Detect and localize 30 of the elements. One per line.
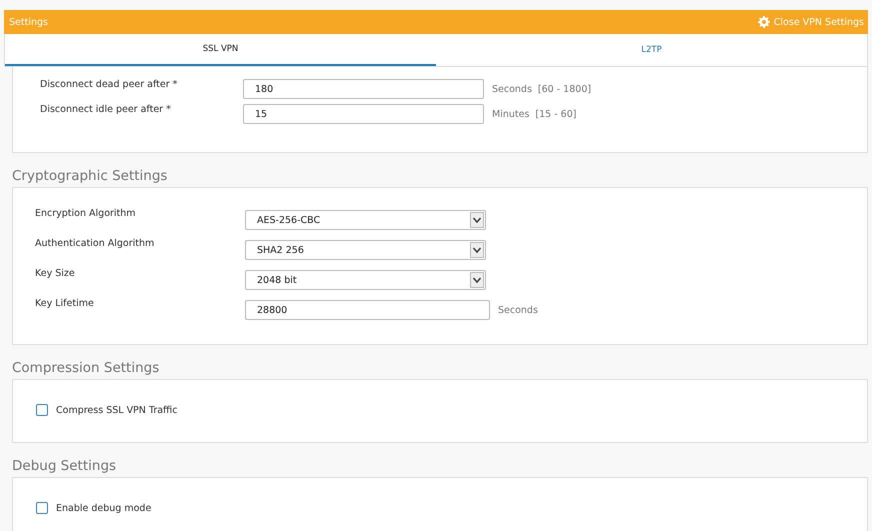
field-label: Disconnect idle peer after * [40, 104, 172, 115]
caret-icon [470, 242, 484, 258]
section-title: Cryptographic Settings [12, 167, 168, 186]
checkbox[interactable] [36, 404, 48, 416]
field-label: Key Lifetime [35, 298, 95, 309]
unit-label: Seconds [498, 304, 538, 316]
input-field[interactable]: 180 [243, 79, 484, 99]
checkbox-label: Enable debug mode [56, 502, 152, 514]
input-field[interactable]: 15 [243, 104, 484, 124]
tab[interactable]: L2TP [436, 34, 867, 66]
select-field[interactable]: AES-256-CBC [245, 210, 486, 230]
checkbox[interactable] [36, 502, 48, 514]
unit-label: Minutes [492, 108, 530, 120]
unit-label: Seconds [492, 84, 532, 94]
header-title: Settings [9, 16, 48, 28]
select-field[interactable]: 2048 bit [245, 270, 486, 290]
field-label: Key Size [35, 268, 76, 279]
select-field[interactable]: SHA2 256 [245, 240, 486, 260]
section-title: Compression Settings [12, 359, 160, 378]
field-label: Authentication Algorithm [35, 238, 156, 249]
range-hint: [60 - 1800] [538, 84, 592, 94]
range-hint: [15 - 60] [535, 108, 576, 120]
section-title: Debug Settings [12, 457, 118, 476]
settings-icon [758, 16, 770, 28]
checkbox-label: Compress SSL VPN Traffic [56, 404, 178, 416]
caret-icon [470, 272, 484, 288]
field-label: Encryption Algorithm [35, 208, 137, 219]
caret-icon [470, 212, 484, 228]
input-field[interactable]: 28800 [245, 300, 490, 320]
field-label: Disconnect dead peer after * [40, 79, 178, 90]
